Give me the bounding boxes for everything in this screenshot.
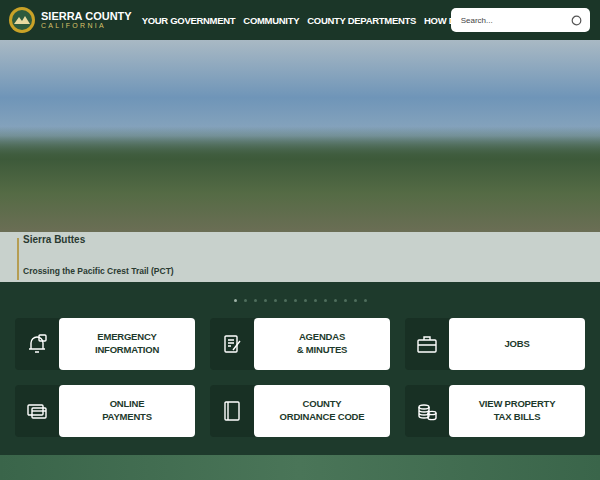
slide-dot[interactable] (264, 299, 267, 302)
logo[interactable]: SIERRA COUNTY CALIFORNIA (8, 6, 132, 34)
tile-label: VIEW PROPERTYTAX BILLS (449, 385, 585, 437)
tile-label-line: EMERGENCY (97, 331, 156, 344)
main-nav: YOUR GOVERNMENT COMMUNITY COUNTY DEPARTMEN… (142, 15, 441, 26)
tile-label-line: TAX BILLS (494, 411, 541, 424)
slide-dot[interactable] (284, 299, 287, 302)
tile-label-line: & MINUTES (297, 344, 347, 357)
tile-label-line: COUNTY (303, 398, 342, 411)
nav-item[interactable]: YOUR GOVERNMENT (142, 15, 236, 26)
book-icon (220, 399, 244, 423)
slide-dot[interactable] (354, 299, 357, 302)
slide-dot[interactable] (314, 299, 317, 302)
tile-label: ONLINEPAYMENTS (59, 385, 195, 437)
hero-photo (0, 40, 600, 232)
search-placeholder: Search... (461, 16, 493, 25)
search-field[interactable]: Search... (451, 8, 590, 32)
card-icon (25, 399, 49, 423)
tile-icon-cell (15, 318, 59, 370)
tile-icon-cell (405, 318, 449, 370)
slide-dot[interactable] (274, 299, 277, 302)
quick-link-tile[interactable]: VIEW PROPERTYTAX BILLS (405, 385, 585, 437)
nav-item[interactable]: COUNTY DEPARTMENTS (307, 15, 416, 26)
quick-link-tile[interactable]: EMERGENCYINFORMATION (15, 318, 195, 370)
slide-dot[interactable] (294, 299, 297, 302)
slide-dot[interactable] (364, 299, 367, 302)
slide-dot[interactable] (324, 299, 327, 302)
logo-subtitle: CALIFORNIA (41, 22, 132, 29)
tile-label-line: VIEW PROPERTY (479, 398, 556, 411)
logo-title: SIERRA COUNTY (41, 11, 132, 23)
alert-icon (25, 332, 49, 356)
slide-dot[interactable] (304, 299, 307, 302)
quick-link-tile[interactable]: COUNTYORDINANCE CODE (210, 385, 390, 437)
search-icon[interactable] (571, 15, 582, 26)
slide-dot[interactable] (334, 299, 337, 302)
tile-label-line: PAYMENTS (102, 411, 152, 424)
tile-label: COUNTYORDINANCE CODE (254, 385, 390, 437)
quick-link-tile[interactable]: ONLINEPAYMENTS (15, 385, 195, 437)
hero-caption: Sierra Buttes Crossing the Pacific Crest… (0, 232, 600, 282)
seal-icon (8, 6, 36, 34)
document-pen-icon (220, 332, 244, 356)
tile-icon-cell (15, 385, 59, 437)
slide-dot[interactable] (344, 299, 347, 302)
slide-dot[interactable] (244, 299, 247, 302)
tile-label-line: JOBS (504, 338, 529, 351)
footer-strip (0, 455, 600, 480)
caption-box: Sierra Buttes Crossing the Pacific Crest… (17, 238, 600, 280)
briefcase-icon (415, 332, 439, 356)
tile-label-line: INFORMATION (95, 344, 159, 357)
quick-link-tile[interactable]: AGENDAS& MINUTES (210, 318, 390, 370)
header: SIERRA COUNTY CALIFORNIA YOUR GOVERNMENT… (0, 0, 600, 40)
nav-item[interactable]: COMMUNITY (243, 15, 299, 26)
quick-link-tile[interactable]: JOBS (405, 318, 585, 370)
caption-title: Sierra Buttes (23, 234, 600, 245)
tile-label: EMERGENCYINFORMATION (59, 318, 195, 370)
caption-subtitle: Crossing the Pacific Crest Trail (PCT) (23, 266, 600, 276)
tile-label-line: AGENDAS (299, 331, 345, 344)
tile-icon-cell (210, 318, 254, 370)
slide-dot[interactable] (234, 299, 237, 302)
slide-dots (15, 282, 585, 318)
tile-grid: EMERGENCYINFORMATION AGENDAS& MINUTES JO… (15, 318, 585, 437)
tile-icon-cell (405, 385, 449, 437)
tile-label: JOBS (449, 318, 585, 370)
tile-label-line: ORDINANCE CODE (280, 411, 365, 424)
logo-text: SIERRA COUNTY CALIFORNIA (41, 11, 132, 30)
tile-icon-cell (210, 385, 254, 437)
coins-icon (415, 399, 439, 423)
tile-label-line: ONLINE (110, 398, 145, 411)
page: SIERRA COUNTY CALIFORNIA YOUR GOVERNMENT… (0, 0, 600, 480)
quick-links: EMERGENCYINFORMATION AGENDAS& MINUTES JO… (0, 282, 600, 455)
slide-dot[interactable] (254, 299, 257, 302)
tile-label: AGENDAS& MINUTES (254, 318, 390, 370)
